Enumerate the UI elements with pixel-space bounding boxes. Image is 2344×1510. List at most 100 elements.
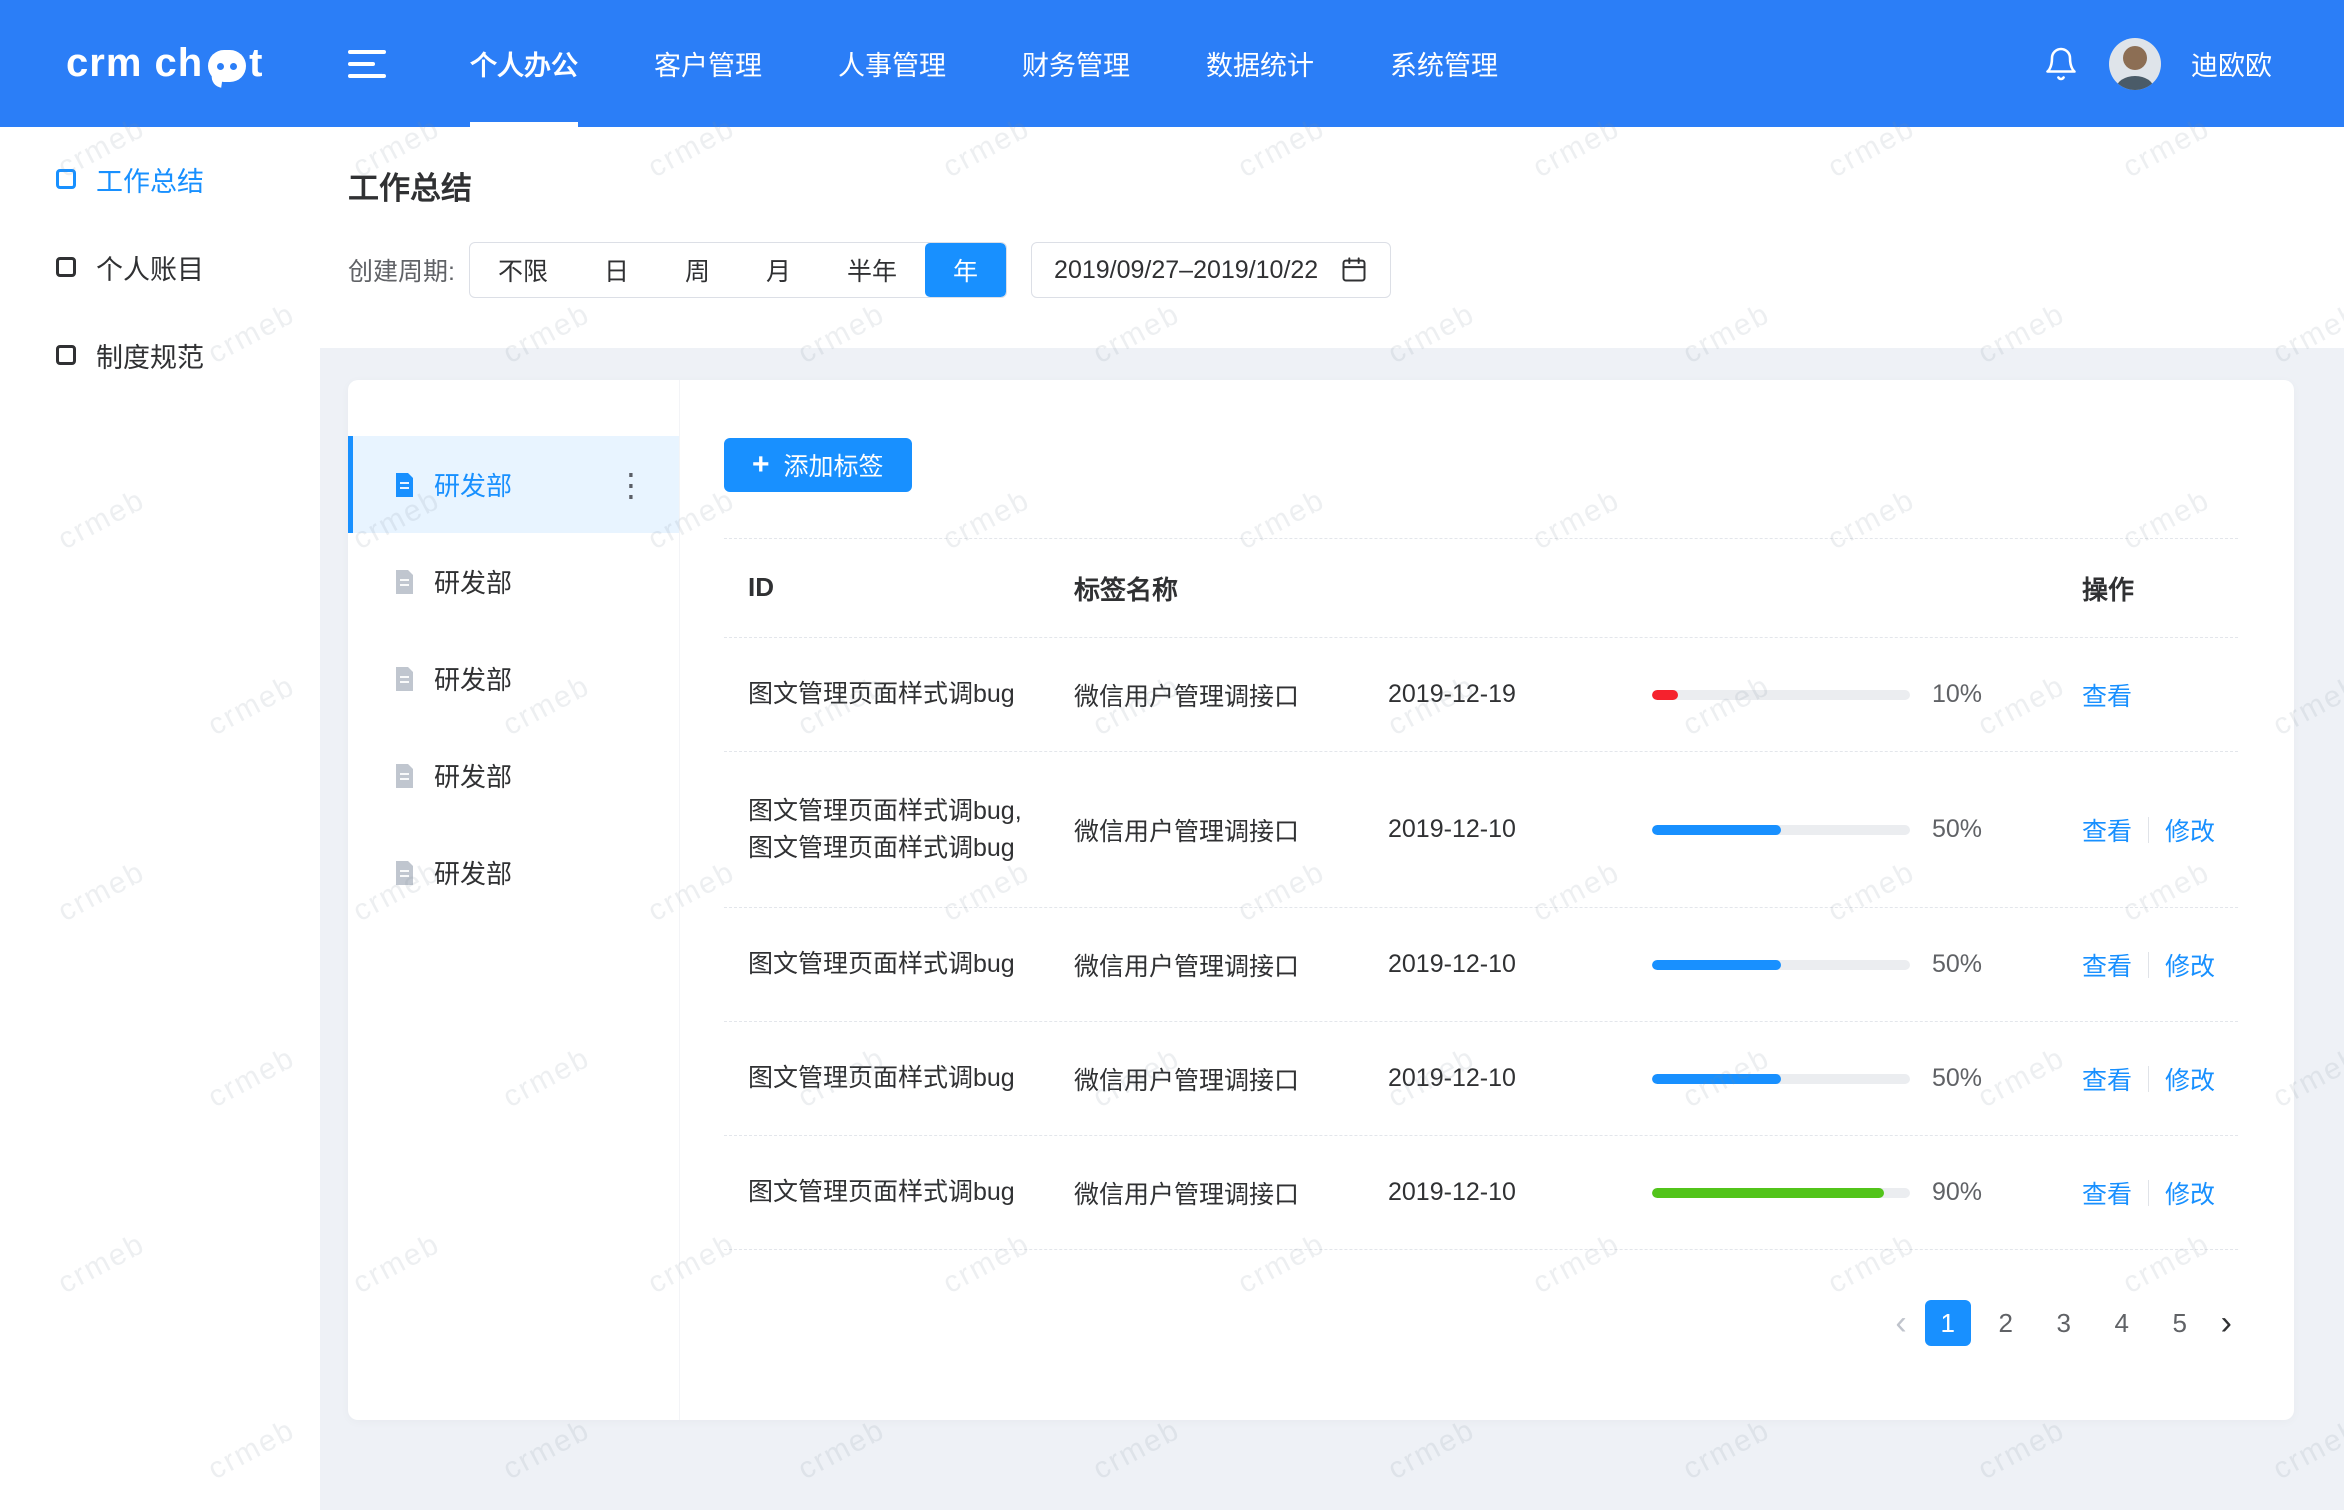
dept-item[interactable]: 研发部 [348, 727, 679, 824]
tag-name: 微信用户管理调接口 [1074, 812, 1388, 848]
dept-label: 研发部 [434, 757, 512, 794]
nav-item-customer-management[interactable]: 客户管理 [616, 0, 800, 127]
progress-bar [1652, 825, 1932, 835]
progress-track [1652, 1074, 1910, 1084]
table-row: 图文管理页面样式调bug 微信用户管理调接口 2019-12-10 90% 查看 [724, 1136, 2238, 1250]
table-row: 图文管理页面样式调bug 微信用户管理调接口 2019-12-10 50% 查看 [724, 1022, 2238, 1136]
nav-item-system-management[interactable]: 系统管理 [1352, 0, 1536, 127]
add-tag-button[interactable]: + 添加标签 [724, 438, 912, 492]
plus-icon: + [752, 450, 770, 480]
action-divider [2148, 952, 2149, 978]
progress-percent: 50% [1932, 950, 2082, 979]
action-divider [2148, 1180, 2149, 1206]
header-tag-name: 标签名称 [1074, 570, 1388, 607]
date-range-input[interactable]: 2019/09/27–2019/10/22 [1031, 242, 1391, 298]
progress-percent: 50% [1932, 815, 2082, 844]
edit-link[interactable]: 修改 [2165, 812, 2215, 848]
progress-bar [1652, 960, 1932, 970]
view-link[interactable]: 查看 [2082, 1061, 2132, 1097]
pagination-prev-button[interactable]: ‹ [1889, 1306, 1912, 1340]
progress-track [1652, 960, 1910, 970]
period-option-year[interactable]: 年 [925, 243, 1006, 297]
document-icon [392, 666, 416, 692]
progress-percent: 10% [1932, 680, 2082, 709]
top-header: crm ch t 个人办公 客户管理 人事管理 财务管理 数据统计 系统管理 迪… [0, 0, 2344, 127]
view-link[interactable]: 查看 [2082, 812, 2132, 848]
date-range-value: 2019/09/27–2019/10/22 [1054, 256, 1318, 285]
user-avatar[interactable] [2109, 38, 2161, 90]
tag-name: 微信用户管理调接口 [1074, 947, 1388, 983]
progress-percent: 90% [1932, 1178, 2082, 1207]
task-name: 图文管理页面样式调bug [748, 1060, 1074, 1096]
document-icon [392, 569, 416, 595]
dept-item[interactable]: 研发部 ⋮ [348, 436, 679, 533]
header-id: ID [748, 569, 1074, 607]
sidebar-item-work-summary[interactable]: 工作总结 [0, 135, 320, 223]
pagination-page-2[interactable]: 2 [1983, 1300, 2029, 1346]
tag-name: 微信用户管理调接口 [1074, 1175, 1388, 1211]
page-header-band: 工作总结 创建周期: 不限 日 周 月 半年 年 2019/09/27–2019… [320, 127, 2344, 348]
table-header: ID 标签名称 操作 [724, 538, 2238, 638]
edit-link[interactable]: 修改 [2165, 1061, 2215, 1097]
progress-fill [1652, 960, 1781, 970]
dept-item[interactable]: 研发部 [348, 533, 679, 630]
dept-item[interactable]: 研发部 [348, 630, 679, 727]
view-link[interactable]: 查看 [2082, 1175, 2132, 1211]
row-actions: 查看 [2082, 677, 2238, 713]
period-option-half-year[interactable]: 半年 [819, 243, 925, 297]
task-date: 2019-12-19 [1388, 680, 1652, 709]
task-name: 图文管理页面样式调bug [748, 1174, 1074, 1210]
main-card: 研发部 ⋮ 研发部 研发部 [348, 380, 2294, 1420]
nav-item-personal-office[interactable]: 个人办公 [432, 0, 616, 127]
progress-fill [1652, 690, 1678, 700]
progress-track [1652, 690, 1910, 700]
task-date: 2019-12-10 [1388, 1064, 1652, 1093]
dept-item[interactable]: 研发部 [348, 824, 679, 921]
pagination-next-button[interactable]: › [2215, 1306, 2238, 1340]
task-name: 图文管理页面样式调bug [748, 946, 1074, 982]
sidebar-item-personal-account[interactable]: 个人账目 [0, 223, 320, 311]
nav-item-data-statistics[interactable]: 数据统计 [1168, 0, 1352, 127]
period-option-week[interactable]: 周 [657, 243, 738, 297]
row-actions: 查看 修改 [2082, 812, 2238, 848]
pagination-page-4[interactable]: 4 [2099, 1300, 2145, 1346]
row-actions: 查看 修改 [2082, 947, 2238, 983]
action-divider [2148, 1066, 2149, 1092]
task-name: 图文管理页面样式调bug [748, 676, 1074, 712]
document-icon [392, 763, 416, 789]
pagination-page-3[interactable]: 3 [2041, 1300, 2087, 1346]
view-link[interactable]: 查看 [2082, 677, 2132, 713]
nav-item-hr-management[interactable]: 人事管理 [800, 0, 984, 127]
progress-track [1652, 1188, 1910, 1198]
collapse-menu-icon[interactable] [348, 42, 386, 86]
dept-label: 研发部 [434, 466, 512, 503]
pagination-page-1[interactable]: 1 [1925, 1300, 1971, 1346]
pagination-page-5[interactable]: 5 [2157, 1300, 2203, 1346]
period-option-month[interactable]: 月 [738, 243, 819, 297]
sidebar: 工作总结 个人账目 制度规范 [0, 127, 320, 1510]
top-nav: 个人办公 客户管理 人事管理 财务管理 数据统计 系统管理 [432, 0, 1536, 127]
table-row: 图文管理页面样式调bug 微信用户管理调接口 2019-12-10 50% 查看 [724, 908, 2238, 1022]
action-divider [2148, 817, 2149, 843]
notification-bell-icon[interactable] [2043, 46, 2079, 82]
rules-icon [56, 345, 76, 365]
task-date: 2019-12-10 [1388, 950, 1652, 979]
tag-name: 微信用户管理调接口 [1074, 677, 1388, 713]
user-name[interactable]: 迪欧欧 [2191, 44, 2272, 83]
period-option-day[interactable]: 日 [576, 243, 657, 297]
edit-link[interactable]: 修改 [2165, 947, 2215, 983]
period-option-unlimited[interactable]: 不限 [470, 243, 576, 297]
sidebar-item-rules[interactable]: 制度规范 [0, 311, 320, 399]
more-actions-icon[interactable]: ⋮ [609, 465, 653, 505]
document-icon [392, 860, 416, 886]
edit-link[interactable]: 修改 [2165, 1175, 2215, 1211]
progress-bar [1652, 1074, 1932, 1084]
nav-item-finance-management[interactable]: 财务管理 [984, 0, 1168, 127]
work-summary-icon [56, 169, 76, 189]
logo-text-suffix: t [249, 41, 263, 86]
add-tag-label: 添加标签 [784, 447, 884, 483]
logo: crm ch t [0, 41, 320, 86]
table-row: 图文管理页面样式调bug, 图文管理页面样式调bug 微信用户管理调接口 201… [724, 752, 2238, 908]
progress-bar [1652, 1188, 1932, 1198]
view-link[interactable]: 查看 [2082, 947, 2132, 983]
